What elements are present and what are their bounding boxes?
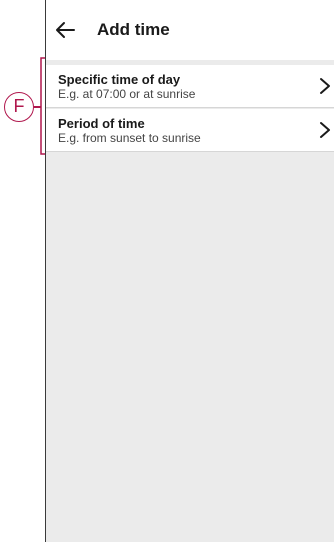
arrow-left-icon: [56, 22, 75, 38]
option-period-of-time[interactable]: Period of time E.g. from sunset to sunri…: [46, 109, 334, 152]
phone-screen: Add time Specific time of day E.g. at 07…: [45, 0, 334, 542]
option-title: Period of time: [58, 116, 145, 131]
option-subtitle: E.g. at 07:00 or at sunrise: [58, 87, 196, 101]
screenshot-stage: F Add time Specific time of day E.g. at …: [0, 0, 334, 542]
page-title: Add time: [97, 20, 170, 39]
chevron-right-icon: [320, 78, 330, 94]
option-title: Specific time of day: [58, 72, 181, 87]
chevron-right-icon: [320, 122, 330, 138]
back-button[interactable]: [54, 18, 78, 42]
callout-marker: F: [4, 92, 34, 122]
app-header: Add time: [46, 0, 334, 60]
option-subtitle: E.g. from sunset to sunrise: [58, 131, 201, 145]
option-specific-time[interactable]: Specific time of day E.g. at 07:00 or at…: [46, 65, 334, 108]
